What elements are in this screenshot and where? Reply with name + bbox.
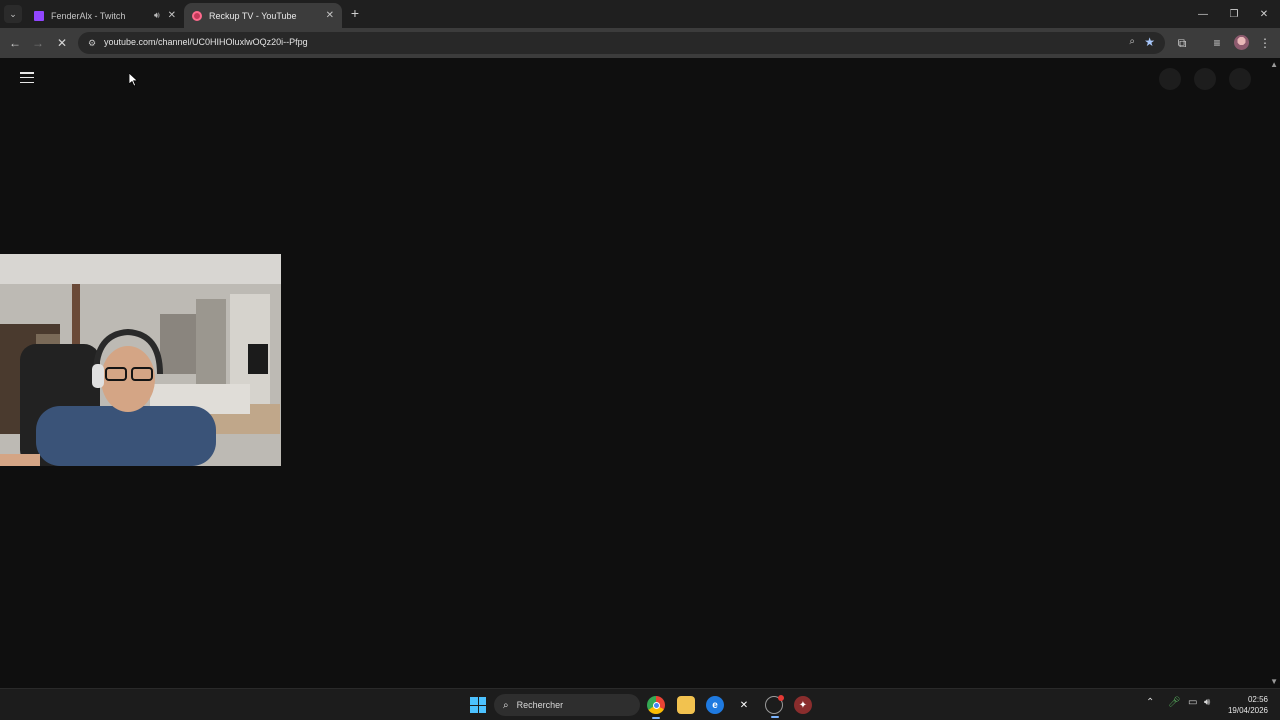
twitch-icon: [34, 10, 44, 21]
media-control-icon[interactable]: ≡: [1208, 34, 1226, 52]
tab-title: FenderAlx - Twitch: [51, 10, 126, 21]
game-icon[interactable]: ✦: [794, 696, 812, 714]
site-info-icon[interactable]: ⚙: [86, 37, 98, 49]
tab-youtube[interactable]: Reckup TV - YouTube ✕: [184, 3, 342, 28]
mouse-cursor-icon: [129, 73, 139, 87]
show-hidden-icons-chevron-icon[interactable]: ⌃: [1146, 697, 1154, 708]
more-menu-icon[interactable]: ⋮: [1256, 34, 1274, 52]
close-tab-icon[interactable]: ✕: [326, 10, 334, 21]
windows-taskbar: ⌕ Rechercher e ✕ ✦ ⌃ 🎤︎ ▭ 🔊︎ 02:56 19/04…: [0, 688, 1280, 720]
search-placeholder: Rechercher: [516, 700, 564, 710]
bookmark-star-icon[interactable]: ★: [1144, 35, 1155, 49]
scroll-down-arrow-icon[interactable]: ▼: [1270, 677, 1278, 686]
loading-placeholder: [1229, 68, 1251, 90]
clock-date: 19/04/2026: [1227, 706, 1268, 715]
stop-loading-button[interactable]: ✕: [53, 34, 71, 52]
close-window-button[interactable]: ✕: [1248, 0, 1280, 28]
taskbar-search[interactable]: ⌕ Rechercher: [494, 694, 640, 716]
microphone-icon[interactable]: 🎤︎: [1168, 697, 1181, 708]
windows-start-icon[interactable]: [470, 697, 486, 713]
system-clock[interactable]: 02:56 19/04/2026: [1228, 694, 1268, 716]
loading-placeholder: [1159, 68, 1181, 90]
back-button[interactable]: ←: [6, 34, 24, 52]
tab-search-chevron-icon[interactable]: ⌄: [4, 5, 22, 23]
screen: ⌄ FenderAlx - Twitch 🔊︎ ✕ Reckup TV - Yo…: [0, 0, 1280, 720]
extensions-icon[interactable]: ⧉: [1173, 34, 1191, 52]
speaker-icon[interactable]: 🔊︎: [154, 10, 160, 21]
zoom-icon[interactable]: ⌕: [1129, 36, 1135, 47]
browser-toolbar: ← → ✕ ⚙ youtube.com/channel/UC0HIHOluxlw…: [0, 28, 1280, 58]
capcut-icon[interactable]: ✕: [735, 696, 753, 714]
scroll-up-arrow-icon[interactable]: ▲: [1270, 60, 1278, 69]
forward-button[interactable]: →: [29, 34, 47, 52]
close-tab-icon[interactable]: ✕: [168, 10, 176, 21]
loading-placeholder: [1194, 68, 1216, 90]
volume-icon[interactable]: 🔊︎: [1204, 697, 1210, 708]
clock-time: 02:56: [1247, 695, 1268, 704]
webcam-image: [0, 254, 281, 466]
minimize-button[interactable]: —: [1187, 0, 1219, 28]
profile-avatar[interactable]: [1234, 35, 1249, 50]
reckup-icon: [192, 10, 202, 21]
chrome-icon[interactable]: [647, 696, 665, 719]
restore-button[interactable]: ❐: [1218, 0, 1250, 28]
address-bar[interactable]: ⚙ youtube.com/channel/UC0HIHOluxlwOQz20i…: [78, 32, 1165, 54]
url-text[interactable]: youtube.com/channel/UC0HIHOluxlwOQz20i--…: [104, 37, 308, 47]
browser-tabstrip: ⌄ FenderAlx - Twitch 🔊︎ ✕ Reckup TV - Yo…: [0, 0, 1280, 28]
network-icon[interactable]: ▭: [1188, 697, 1197, 708]
new-tab-button[interactable]: +: [347, 5, 363, 21]
obs-icon[interactable]: [765, 695, 784, 718]
tab-title: Reckup TV - YouTube: [209, 10, 297, 21]
tab-twitch[interactable]: FenderAlx - Twitch 🔊︎ ✕: [26, 3, 184, 28]
webcam-overlay: [0, 254, 281, 466]
edge-icon[interactable]: e: [706, 696, 724, 714]
hamburger-menu-icon[interactable]: [20, 72, 34, 83]
search-icon: ⌕: [503, 699, 509, 711]
file-explorer-icon[interactable]: [677, 696, 695, 714]
